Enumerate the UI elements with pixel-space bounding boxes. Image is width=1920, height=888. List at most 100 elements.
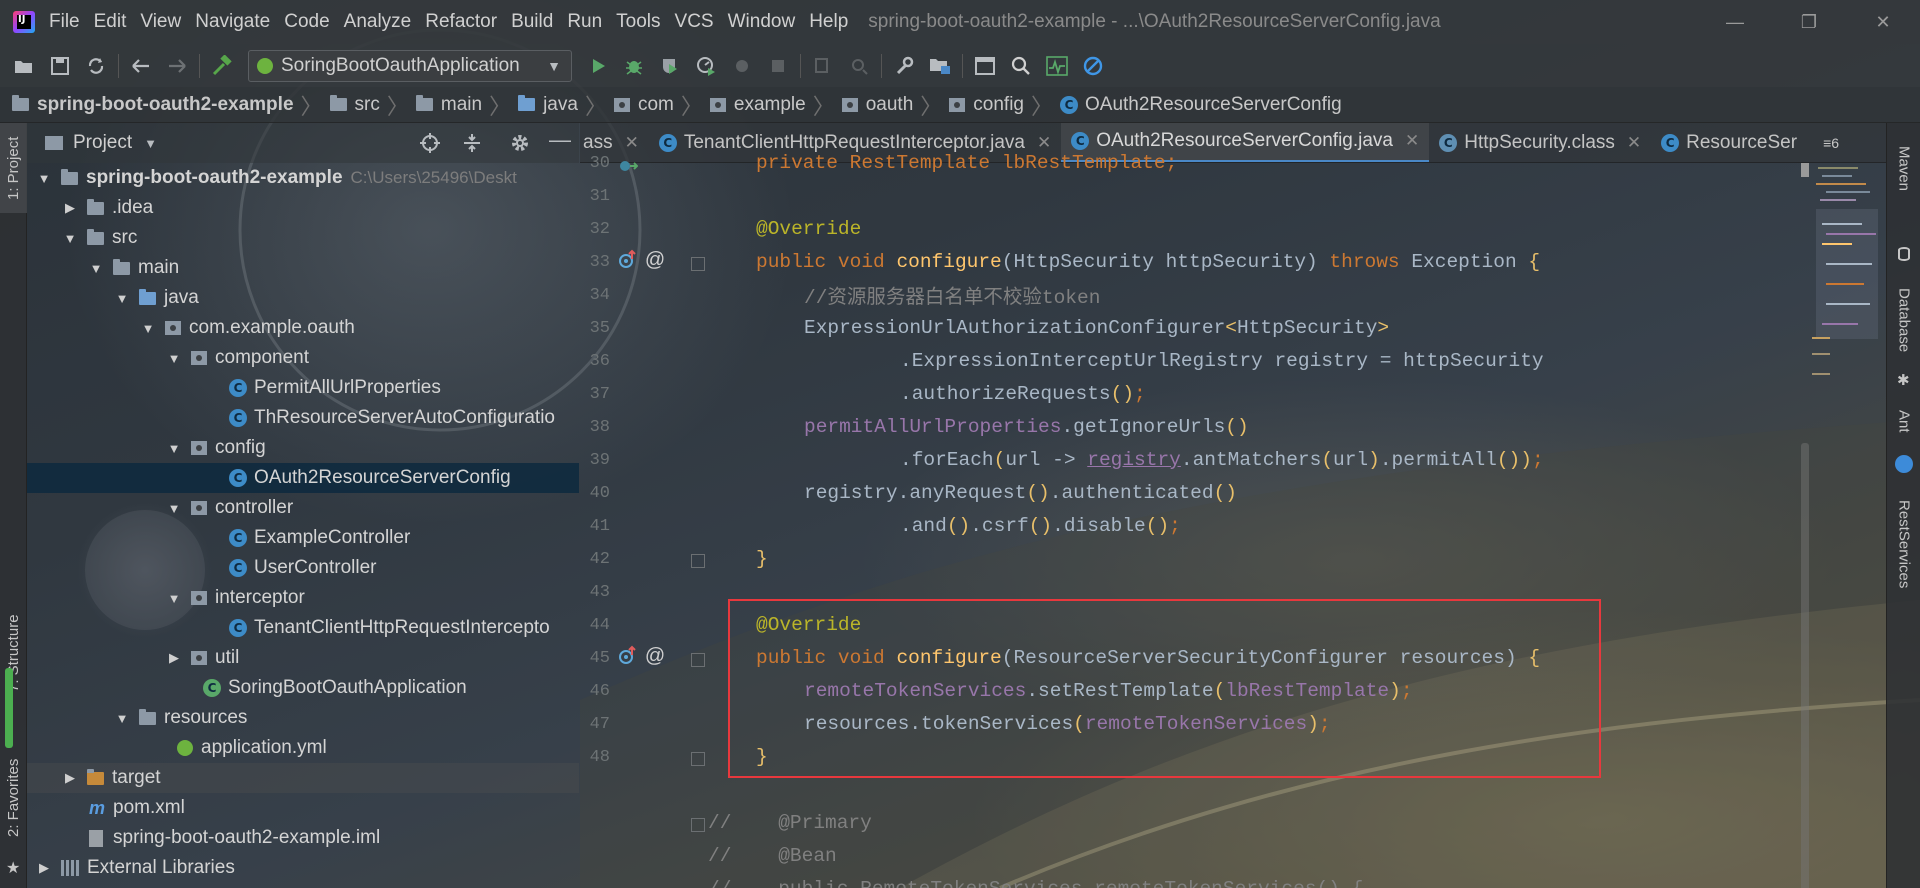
- tree-item-config[interactable]: ▼ config: [27, 433, 579, 463]
- fold-marker-icon[interactable]: [691, 752, 705, 766]
- fold-marker-icon[interactable]: [691, 554, 705, 568]
- tree-item-pom-xml[interactable]: m pom.xml: [27, 793, 579, 823]
- tree-item-usercontroller[interactable]: C UserController: [27, 553, 579, 583]
- tool-tab-restservices[interactable]: RestServices: [1887, 479, 1920, 609]
- menu-navigate[interactable]: Navigate: [195, 11, 270, 33]
- tab-resourceser[interactable]: C ResourceSer: [1651, 123, 1817, 162]
- tree-item-permitallurlproperties[interactable]: C PermitAllUrlProperties: [27, 373, 579, 403]
- settings-wrench-icon[interactable]: [886, 48, 922, 84]
- fold-marker-icon[interactable]: [691, 818, 705, 832]
- tool-tab-database[interactable]: Database: [1887, 265, 1920, 375]
- tree-item-tenantclienthttprequestinterceptor[interactable]: C TenantClientHttpRequestIntercepto: [27, 613, 579, 643]
- breadcrumb-src[interactable]: src 〉: [329, 89, 416, 121]
- save-all-icon[interactable]: [42, 48, 78, 84]
- annotation-marker-icon[interactable]: @: [644, 645, 666, 667]
- locate-file-icon[interactable]: [419, 132, 441, 160]
- tool-tab-favorites[interactable]: 2: Favorites: [0, 743, 27, 853]
- profile-icon[interactable]: [688, 48, 724, 84]
- implementation-marker-icon[interactable]: [617, 155, 639, 177]
- tree-item-application-yml[interactable]: application.yml: [27, 733, 579, 763]
- terminal-icon[interactable]: [967, 48, 1003, 84]
- tree-item-controller[interactable]: ▼ controller: [27, 493, 579, 523]
- restore-icon[interactable]: ❐: [1772, 0, 1846, 44]
- close-icon[interactable]: ✕: [1627, 133, 1641, 153]
- menu-code[interactable]: Code: [284, 11, 329, 33]
- minimize-icon[interactable]: —: [1698, 0, 1772, 44]
- menu-vcs[interactable]: VCS: [675, 11, 714, 33]
- tree-item-package-oauth[interactable]: ▼ com.example.oauth: [27, 313, 579, 343]
- close-icon[interactable]: ✕: [1405, 131, 1419, 151]
- tab-httpsecurity-class[interactable]: C HttpSecurity.class ✕: [1429, 123, 1651, 162]
- tree-item-interceptor[interactable]: ▼ interceptor: [27, 583, 579, 613]
- tree-item-src[interactable]: ▼ src: [27, 223, 579, 253]
- debug-icon[interactable]: [616, 48, 652, 84]
- hide-panel-icon[interactable]: —: [549, 127, 571, 153]
- vcs-commit-icon[interactable]: [841, 48, 877, 84]
- breadcrumb-example[interactable]: example 〉: [709, 89, 842, 121]
- run-configuration-select[interactable]: SoringBootOauthApplication ▼: [248, 49, 572, 82]
- menu-edit[interactable]: Edit: [94, 11, 127, 33]
- tree-item-project-root[interactable]: ▼ spring-boot-oauth2-example C:\Users\25…: [27, 163, 579, 193]
- tree-item-external-libraries[interactable]: ▶ External Libraries: [27, 853, 579, 883]
- tree-item-util[interactable]: ▶ util: [27, 643, 579, 673]
- fold-marker-icon[interactable]: [691, 653, 705, 667]
- menu-file[interactable]: File: [49, 11, 80, 33]
- editor-scrollbar[interactable]: [1800, 163, 1810, 888]
- tree-item-java[interactable]: ▼ java: [27, 283, 579, 313]
- tree-item-resources[interactable]: ▼ resources: [27, 703, 579, 733]
- annotation-marker-icon[interactable]: @: [644, 249, 666, 271]
- tool-tab-maven[interactable]: Maven: [1887, 129, 1920, 209]
- attach-debugger-icon[interactable]: [724, 48, 760, 84]
- tabs-overflow-button[interactable]: ≡6: [1817, 123, 1845, 162]
- collapse-all-icon[interactable]: [461, 132, 483, 160]
- sync-icon[interactable]: [78, 48, 114, 84]
- menu-analyze[interactable]: Analyze: [344, 11, 412, 33]
- menu-run[interactable]: Run: [567, 11, 602, 33]
- tree-item-thresourceserverautoconfiguration[interactable]: C ThResourceServerAutoConfiguratio: [27, 403, 579, 433]
- menu-window[interactable]: Window: [728, 11, 796, 33]
- search-icon[interactable]: [1003, 48, 1039, 84]
- tree-item-examplecontroller[interactable]: C ExampleController: [27, 523, 579, 553]
- tree-item-component[interactable]: ▼ component: [27, 343, 579, 373]
- close-icon[interactable]: ✕: [625, 133, 639, 153]
- build-hammer-icon[interactable]: [204, 48, 240, 84]
- breadcrumb-java[interactable]: java 〉: [518, 89, 614, 121]
- breadcrumb-project[interactable]: spring-boot-oauth2-example 〉: [12, 89, 330, 121]
- breadcrumb-config[interactable]: config 〉: [949, 89, 1060, 121]
- breadcrumb-oauth[interactable]: oauth 〉: [841, 89, 950, 121]
- activity-monitor-icon[interactable]: [1039, 48, 1075, 84]
- menu-build[interactable]: Build: [511, 11, 553, 33]
- tool-tab-ant[interactable]: Ant: [1887, 391, 1920, 451]
- breadcrumb-main[interactable]: main 〉: [415, 89, 518, 121]
- tree-item-iml[interactable]: spring-boot-oauth2-example.iml: [27, 823, 579, 853]
- open-folder-icon[interactable]: [6, 48, 42, 84]
- tree-item-oauth2resourceserverconfig[interactable]: C OAuth2ResourceServerConfig: [27, 463, 579, 493]
- override-marker-icon[interactable]: [617, 645, 639, 667]
- code-editor[interactable]: private RestTemplate lbRestTemplate; @Ov…: [708, 152, 1790, 888]
- power-save-icon[interactable]: [1075, 48, 1111, 84]
- menu-view[interactable]: View: [140, 11, 181, 33]
- project-structure-icon[interactable]: [922, 48, 958, 84]
- stop-icon[interactable]: [760, 48, 796, 84]
- breadcrumb-class[interactable]: C OAuth2ResourceServerConfig: [1060, 94, 1342, 116]
- tree-item-main[interactable]: ▼ main: [27, 253, 579, 283]
- close-window-icon[interactable]: ✕: [1846, 0, 1920, 44]
- tool-tab-project[interactable]: 1: Project: [0, 123, 27, 213]
- override-marker-icon[interactable]: [617, 249, 639, 271]
- forward-icon[interactable]: [159, 48, 195, 84]
- gear-icon[interactable]: [509, 132, 531, 160]
- view-mode-dropdown-icon[interactable]: ▼: [144, 136, 157, 151]
- project-panel-title[interactable]: Project: [73, 132, 132, 154]
- menu-tools[interactable]: Tools: [616, 11, 660, 33]
- menu-refactor[interactable]: Refactor: [425, 11, 497, 33]
- menu-help[interactable]: Help: [809, 11, 848, 33]
- scrollbar-thumb[interactable]: [1801, 443, 1809, 888]
- vcs-update-icon[interactable]: [805, 48, 841, 84]
- tree-item-soringbootoauthapplication[interactable]: C SoringBootOauthApplication: [27, 673, 579, 703]
- run-icon[interactable]: [580, 48, 616, 84]
- back-icon[interactable]: [123, 48, 159, 84]
- tree-item-idea[interactable]: ▶ .idea: [27, 193, 579, 223]
- tree-item-target[interactable]: ▶ target: [27, 763, 579, 793]
- run-with-coverage-icon[interactable]: [652, 48, 688, 84]
- breadcrumb-com[interactable]: com 〉: [613, 89, 710, 121]
